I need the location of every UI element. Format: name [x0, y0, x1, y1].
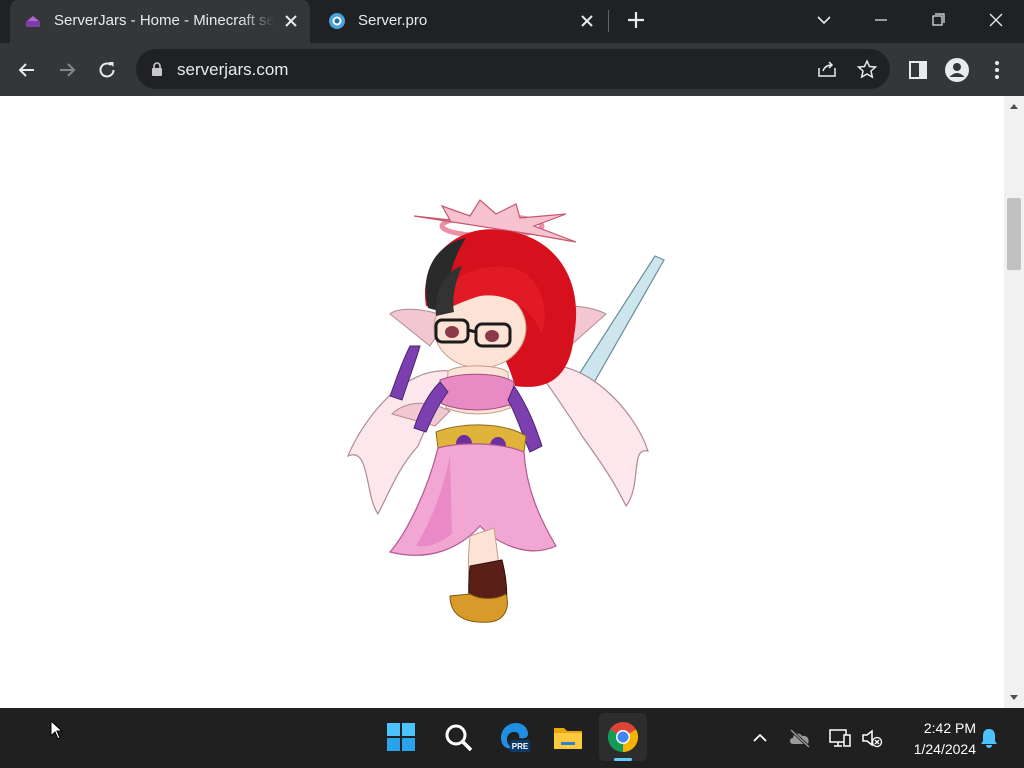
network-display-icon[interactable]	[828, 727, 852, 749]
onedrive-offline-icon[interactable]	[788, 727, 812, 749]
browser-toolbar: serverjars.com	[0, 43, 1024, 96]
active-app-indicator	[614, 758, 632, 761]
serverjars-favicon-icon	[26, 16, 40, 27]
edge-preview-icon[interactable]: PRE	[497, 720, 531, 754]
chrome-icon	[607, 722, 639, 753]
system-clock[interactable]: 2:42 PM 1/24/2024	[886, 718, 976, 760]
tab-strip: ServerJars - Home - Minecraft server jar…	[0, 0, 1024, 43]
scroll-up-arrow-icon[interactable]	[1009, 102, 1019, 110]
windows-taskbar: PRE 2:42 PM 1/24/2024	[0, 708, 1024, 768]
restore-icon[interactable]	[924, 8, 952, 32]
url-text: serverjars.com	[177, 60, 289, 79]
more-menu-icon[interactable]	[984, 57, 1010, 83]
clock-date: 1/24/2024	[913, 741, 976, 757]
tab-title: Server.pro	[358, 12, 428, 29]
close-tab-icon[interactable]	[578, 12, 596, 30]
page-content	[0, 96, 1004, 708]
server-pro-favicon-icon	[329, 13, 345, 29]
side-panel-icon[interactable]	[905, 57, 931, 83]
tab-server-pro[interactable]: Server.pro	[314, 0, 606, 43]
tab-serverjars[interactable]: ServerJars - Home - Minecraft server jar…	[10, 0, 310, 43]
search-icon[interactable]	[441, 720, 475, 754]
profile-avatar-icon[interactable]	[944, 57, 970, 83]
svg-text:PRE: PRE	[512, 742, 529, 751]
share-icon[interactable]	[816, 59, 838, 79]
file-explorer-icon[interactable]	[551, 720, 585, 754]
close-tab-icon[interactable]	[282, 12, 300, 30]
forward-arrow-icon[interactable]	[54, 57, 80, 83]
tab-divider	[608, 10, 609, 32]
back-arrow-icon[interactable]	[14, 57, 40, 83]
lock-icon[interactable]	[150, 61, 164, 77]
scrollbar-thumb[interactable]	[1007, 198, 1021, 270]
angel-character-artwork	[346, 199, 665, 623]
minimize-icon[interactable]	[867, 8, 895, 32]
volume-muted-icon[interactable]	[860, 727, 884, 749]
clock-time: 2:42 PM	[923, 720, 976, 736]
close-window-icon[interactable]	[982, 8, 1010, 32]
bookmark-star-icon[interactable]	[856, 59, 878, 79]
notification-bell-icon[interactable]	[979, 727, 999, 749]
windows-start-icon[interactable]	[384, 720, 418, 754]
show-hidden-icons-chevron-icon[interactable]	[750, 728, 770, 748]
tab-title: ServerJars - Home - Minecraft server jar…	[54, 12, 274, 29]
new-tab-plus-icon[interactable]	[622, 8, 650, 32]
reload-icon[interactable]	[94, 57, 120, 83]
address-bar[interactable]: serverjars.com	[136, 49, 890, 89]
tab-search-chevron-icon[interactable]	[810, 8, 838, 32]
mouse-cursor-icon	[50, 720, 64, 740]
vertical-scrollbar[interactable]	[1004, 96, 1024, 708]
scroll-down-arrow-icon[interactable]	[1009, 694, 1019, 702]
chrome-taskbar-button[interactable]	[599, 713, 647, 761]
